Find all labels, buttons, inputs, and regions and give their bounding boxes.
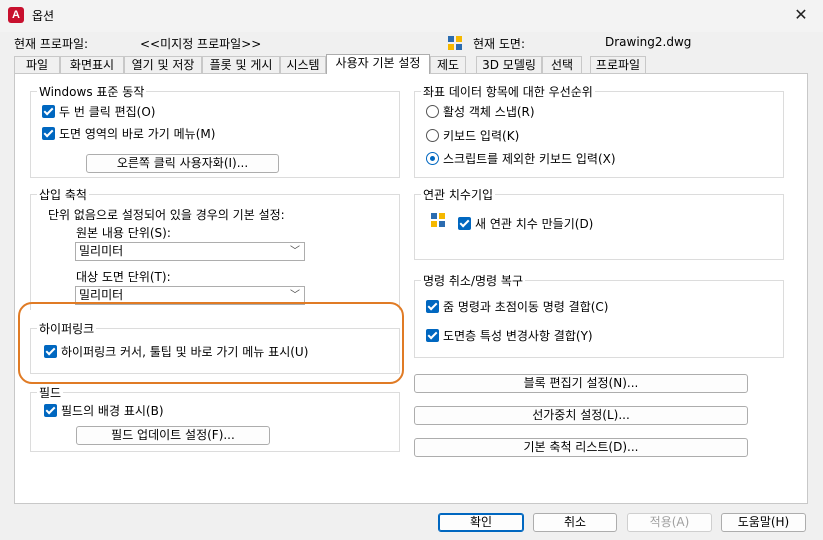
checkbox-checked-icon (458, 217, 471, 230)
group-title: 필드 (37, 384, 64, 401)
tab-3d-modeling[interactable]: 3D 모델링 (476, 56, 542, 74)
checkbox-checked-icon (426, 329, 439, 342)
checkbox-label: 새 연관 치수 만들기(D) (475, 217, 594, 231)
group-title: 명령 취소/명령 복구 (421, 272, 525, 289)
checkbox-label: 두 번 클릭 편집(O) (59, 105, 156, 119)
checkbox-checked-icon (426, 300, 439, 313)
tab-display[interactable]: 화면표시 (60, 56, 124, 74)
radio-icon (426, 129, 439, 142)
radio-running-osnap[interactable]: 활성 객체 스냅(R) (426, 104, 535, 120)
undo-redo-group: 명령 취소/명령 복구 (414, 272, 784, 358)
group-title: 삽입 축척 (37, 186, 89, 203)
target-units-value: 밀리미터 (79, 288, 124, 302)
new-associative-dimension-checkbox[interactable]: 새 연관 치수 만들기(D) (458, 216, 593, 232)
radio-icon (426, 105, 439, 118)
close-icon[interactable]: ✕ (789, 4, 813, 26)
target-units-label: 대상 도면 단위(T): (76, 270, 171, 284)
checkbox-label: 필드의 배경 표시(B) (61, 404, 164, 418)
checkbox-checked-icon (42, 105, 55, 118)
block-editor-settings-button[interactable]: 블록 편집기 설정(N)... (414, 374, 748, 393)
group-title: Windows 표준 동작 (37, 83, 147, 100)
help-button[interactable]: 도움말(H) (721, 513, 806, 532)
field-update-settings-button[interactable]: 필드 업데이트 설정(F)... (76, 426, 270, 445)
tab-profiles[interactable]: 프로파일 (590, 56, 646, 74)
checkbox-checked-icon (44, 404, 57, 417)
radio-selected-icon (426, 152, 439, 165)
source-units-select[interactable]: 밀리미터 ﹀ (75, 242, 305, 261)
shortcut-menu-checkbox[interactable]: 도면 영역의 바로 가기 메뉴(M) (42, 126, 215, 142)
title-bar (0, 0, 823, 32)
field-background-checkbox[interactable]: 필드의 배경 표시(B) (44, 403, 164, 419)
radio-label: 스크립트를 제외한 키보드 입력(X) (443, 152, 616, 166)
tab-system[interactable]: 시스템 (280, 56, 326, 74)
current-profile-label: 현재 프로파일: (14, 37, 89, 51)
checkbox-checked-icon (42, 127, 55, 140)
cancel-button[interactable]: 취소 (533, 513, 617, 532)
radio-keyboard-entry[interactable]: 키보드 입력(K) (426, 128, 519, 144)
tab-open-save[interactable]: 열기 및 저장 (124, 56, 202, 74)
apply-button[interactable]: 적용(A) (627, 513, 712, 532)
autocad-app-icon: A (8, 7, 24, 23)
double-click-edit-checkbox[interactable]: 두 번 클릭 편집(O) (42, 104, 156, 120)
checkbox-label: 도면 영역의 바로 가기 메뉴(M) (59, 127, 216, 141)
tab-selection[interactable]: 선택 (542, 56, 582, 74)
radio-label: 활성 객체 스냅(R) (443, 105, 535, 119)
tab-plot-publish[interactable]: 플롯 및 게시 (202, 56, 280, 74)
current-drawing-label: 현재 도면: (473, 37, 526, 51)
group-title: 좌표 데이터 항목에 대한 우선순위 (421, 83, 595, 100)
checkbox-label: 줌 명령과 초점이동 명령 결합(C) (443, 300, 609, 314)
right-click-customization-button[interactable]: 오른쪽 클릭 사용자화(I)... (86, 154, 279, 173)
group-title: 연관 치수기입 (421, 186, 496, 203)
chevron-down-icon: ﹀ (290, 246, 300, 257)
lineweight-settings-button[interactable]: 선가중치 설정(L)... (414, 406, 748, 425)
ok-button[interactable]: 확인 (438, 513, 524, 532)
window-title: 옵션 (32, 9, 55, 23)
source-units-value: 밀리미터 (79, 244, 124, 258)
tab-drafting[interactable]: 제도 (430, 56, 466, 74)
current-profile-value: <<미지정 프로파일>> (140, 37, 262, 51)
insertion-scale-description: 단위 없음으로 설정되어 있을 경우의 기본 설정: (48, 208, 285, 222)
default-scale-list-button[interactable]: 기본 축척 리스트(D)... (414, 438, 748, 457)
radio-keyboard-except-scripts[interactable]: 스크립트를 제외한 키보드 입력(X) (426, 151, 616, 167)
combine-zoom-pan-checkbox[interactable]: 줌 명령과 초점이동 명령 결합(C) (426, 299, 608, 315)
source-units-label: 원본 내용 단위(S): (76, 226, 171, 240)
checkbox-label: 도면층 특성 변경사항 결합(Y) (443, 329, 593, 343)
combine-layer-property-checkbox[interactable]: 도면층 특성 변경사항 결합(Y) (426, 328, 593, 344)
current-drawing-value: Drawing2.dwg (605, 35, 692, 49)
drawing-icon (448, 36, 462, 50)
highlight-annotation (18, 302, 404, 384)
radio-label: 키보드 입력(K) (443, 129, 520, 143)
associative-dimension-icon (431, 213, 445, 227)
tab-files[interactable]: 파일 (14, 56, 60, 74)
tab-user-preferences[interactable]: 사용자 기본 설정 (326, 54, 430, 74)
